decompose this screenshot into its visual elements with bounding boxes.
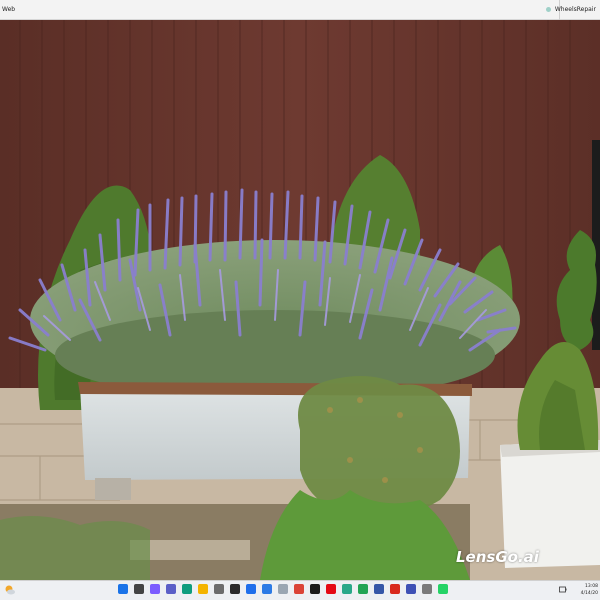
app-icon-blue[interactable] bbox=[262, 584, 272, 594]
weather-icon[interactable] bbox=[4, 584, 16, 596]
app-icon-green[interactable] bbox=[358, 584, 368, 594]
garden-photo-art bbox=[0, 20, 600, 580]
store-icon[interactable] bbox=[246, 584, 256, 594]
battery-icon[interactable] bbox=[559, 586, 567, 593]
app-icon-gray[interactable] bbox=[422, 584, 432, 594]
search-icon[interactable] bbox=[134, 584, 144, 594]
app-icon-light[interactable] bbox=[278, 584, 288, 594]
app-icon-black[interactable] bbox=[310, 584, 320, 594]
clock-time: 13:08 bbox=[585, 584, 598, 589]
copilot-icon[interactable] bbox=[150, 584, 160, 594]
right-tab-label[interactable]: WheelsRepair bbox=[555, 6, 596, 13]
start-icon[interactable] bbox=[118, 584, 128, 594]
terminal-icon[interactable] bbox=[230, 584, 240, 594]
edge-icon[interactable] bbox=[182, 584, 192, 594]
watermark: LensGo.ai bbox=[456, 548, 539, 566]
app-icon-teal[interactable] bbox=[342, 584, 352, 594]
chrome-icon[interactable] bbox=[294, 584, 304, 594]
status-dot-icon bbox=[545, 7, 551, 12]
title-bar-right: WheelsRepair bbox=[545, 6, 596, 13]
taskbar: 13:08 4/14/20 bbox=[0, 580, 600, 600]
clock[interactable]: 13:08 4/14/20 bbox=[581, 583, 598, 597]
garden-photo: LensGo.ai bbox=[0, 20, 600, 580]
meet-icon[interactable] bbox=[166, 584, 176, 594]
acrobat-icon[interactable] bbox=[390, 584, 400, 594]
settings-icon[interactable] bbox=[214, 584, 224, 594]
netflix-icon[interactable] bbox=[326, 584, 336, 594]
app-icon-indigo[interactable] bbox=[406, 584, 416, 594]
file-explorer-icon[interactable] bbox=[198, 584, 208, 594]
title-bar: Web WheelsRepair bbox=[0, 0, 600, 20]
front-shrub bbox=[298, 376, 460, 518]
clock-date: 4/14/20 bbox=[580, 591, 598, 596]
window-title: Web bbox=[2, 6, 16, 13]
whatsapp-icon[interactable] bbox=[438, 584, 448, 594]
taskbar-icons bbox=[118, 584, 448, 594]
app-icon-navy[interactable] bbox=[374, 584, 384, 594]
